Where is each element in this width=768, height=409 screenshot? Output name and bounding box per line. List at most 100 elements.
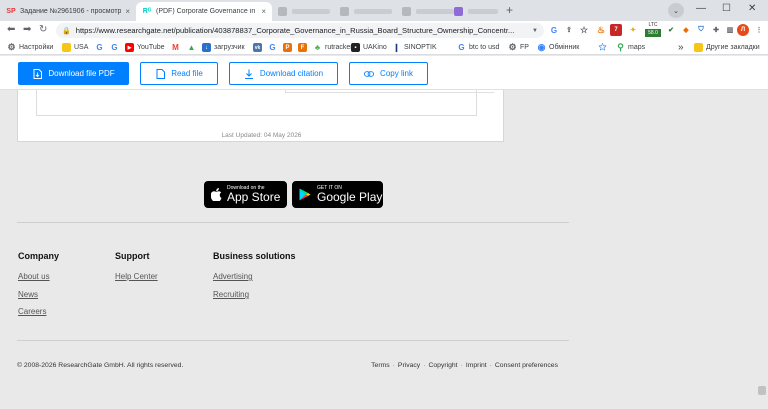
google-icon: G bbox=[96, 43, 103, 52]
google-icon: G bbox=[269, 43, 276, 52]
ltc-ticker[interactable]: LTC 58.0 bbox=[645, 22, 661, 39]
url-text: https://www.researchgate.net/publication… bbox=[75, 26, 515, 35]
bookmarks-overflow-button[interactable]: » bbox=[678, 42, 684, 53]
bookmark-drive[interactable]: ▲ bbox=[187, 42, 199, 53]
back-arrow-icon[interactable]: ⬅ bbox=[7, 24, 15, 35]
download-pdf-label: Download file PDF bbox=[48, 69, 115, 78]
footer-link-careers[interactable]: Careers bbox=[18, 307, 46, 316]
minimize-button[interactable]: — bbox=[696, 3, 706, 14]
bookmark-label: Другие закладки bbox=[706, 44, 760, 51]
bookmark-downloader[interactable]: ↓ загрузчик bbox=[202, 42, 245, 53]
bookmark-maps[interactable]: ✩ bbox=[598, 42, 610, 53]
copy-link-label: Copy link bbox=[380, 69, 413, 78]
google-icon[interactable]: G bbox=[548, 24, 560, 36]
bookmark-google[interactable]: G bbox=[268, 42, 280, 53]
bookmark-usa[interactable]: USA bbox=[62, 42, 88, 53]
bookmark-uakino[interactable]: ▪ UAKino bbox=[351, 42, 387, 53]
gear-icon: ⚙ bbox=[7, 42, 16, 52]
share-icon[interactable]: ⇪ bbox=[563, 24, 575, 36]
download-pdf-button[interactable]: Download file PDF bbox=[18, 62, 129, 85]
publication-card: Last Updated: 04 May 2026 bbox=[17, 90, 504, 142]
bookmark-maps[interactable]: ⚲ maps bbox=[616, 42, 645, 53]
avatar[interactable]: Л bbox=[737, 24, 749, 36]
favicon-icon bbox=[278, 6, 287, 16]
bookmark-forms[interactable]: F bbox=[298, 42, 310, 53]
link-icon bbox=[364, 69, 375, 79]
gear-icon: ⚙ bbox=[508, 42, 517, 52]
footer-link-about[interactable]: About us bbox=[18, 272, 50, 281]
puzzle-colored-icon[interactable]: ✦ bbox=[627, 24, 639, 36]
read-file-label: Read file bbox=[171, 69, 203, 78]
google-play-icon bbox=[299, 188, 311, 201]
legal-link-imprint[interactable]: Imprint bbox=[466, 362, 487, 369]
tab-search-button[interactable]: ⌄ bbox=[668, 3, 684, 18]
youtube-icon: ▶ bbox=[125, 43, 134, 52]
forward-arrow-icon[interactable]: ➡ bbox=[23, 24, 31, 35]
footer-link-recruiting[interactable]: Recruiting bbox=[213, 290, 249, 299]
tab-assignment[interactable]: SP Задание №2961906 - просмотр з × bbox=[0, 2, 136, 21]
extensions-puzzle-icon[interactable]: ✚ bbox=[710, 24, 722, 36]
fire-icon[interactable]: ♨ bbox=[595, 24, 607, 36]
bookmark-btc[interactable]: Gbtc to usd bbox=[457, 42, 499, 53]
close-icon[interactable]: × bbox=[261, 7, 266, 16]
check-icon[interactable]: ✔ bbox=[665, 24, 677, 36]
legal-link-consent[interactable]: Consent preferences bbox=[495, 362, 558, 369]
forms-icon: F bbox=[298, 43, 307, 52]
bookmark-gmail[interactable]: M bbox=[171, 42, 183, 53]
shield-icon[interactable]: ⛉ bbox=[695, 24, 707, 36]
footer-link-help-center[interactable]: Help Center bbox=[115, 272, 158, 281]
download-citation-button[interactable]: Download citation bbox=[229, 62, 338, 85]
tab-favicon: Rᴳ bbox=[142, 8, 152, 15]
app-store-badge[interactable]: Download on the App Store bbox=[204, 181, 287, 208]
ltc-value: 58.0 bbox=[645, 29, 661, 37]
sidebar-icon[interactable]: ▥ bbox=[724, 24, 736, 36]
address-bar[interactable]: 🔒 https://www.researchgate.net/publicati… bbox=[56, 23, 544, 38]
download-icon: ↓ bbox=[202, 43, 211, 52]
tab-researchgate[interactable]: Rᴳ (PDF) Corporate Governance in Ru × bbox=[136, 2, 272, 21]
dropdown-arrow-icon[interactable]: ▼ bbox=[532, 28, 538, 34]
bookmark-settings[interactable]: ⚙ Настройки bbox=[7, 42, 53, 53]
bookmark-sinoptik[interactable]: ❙ SINOPTIK bbox=[392, 42, 437, 53]
bookmark-google[interactable]: G bbox=[95, 42, 107, 53]
film-icon: ▪ bbox=[351, 43, 360, 52]
legal-link-privacy[interactable]: Privacy bbox=[398, 362, 420, 369]
footer-link-news[interactable]: News bbox=[18, 290, 38, 299]
tab-blurred[interactable] bbox=[340, 5, 392, 17]
bookmark-other[interactable]: Другие закладки bbox=[694, 42, 760, 53]
legal-links: Terms · Privacy · Copyright · Imprint · Consent … bbox=[371, 362, 558, 369]
scrollbar-thumb[interactable] bbox=[758, 386, 766, 395]
google-play-badge[interactable]: GET IT ON Google Play bbox=[292, 181, 383, 208]
bookmark-label: maps bbox=[628, 44, 646, 51]
close-window-button[interactable]: ✕ bbox=[748, 3, 756, 14]
bookmark-puzzle[interactable]: P bbox=[283, 42, 295, 53]
bookmark-google[interactable]: G bbox=[110, 42, 122, 53]
bookmark-rutracker[interactable]: ♣ rutracker bbox=[313, 42, 353, 53]
tab-favicon: SP bbox=[6, 8, 16, 15]
maximize-button[interactable]: ☐ bbox=[722, 3, 731, 14]
bookmark-label: Обмінник bbox=[549, 44, 580, 51]
tab-blurred[interactable] bbox=[402, 5, 454, 17]
read-file-button[interactable]: Read file bbox=[140, 62, 218, 85]
reload-icon[interactable]: ↻ bbox=[39, 24, 47, 35]
extension-badge-icon[interactable]: 7 bbox=[610, 24, 622, 36]
extension-orange-icon[interactable]: ◆ bbox=[680, 24, 692, 36]
bookmark-star-icon[interactable]: ☆ bbox=[578, 24, 590, 36]
bookmark-label: UAKino bbox=[363, 44, 387, 51]
footer-heading-support: Support bbox=[115, 251, 150, 261]
menu-dots-icon[interactable]: ⋮ bbox=[753, 24, 765, 36]
legal-link-copyright[interactable]: Copyright bbox=[428, 362, 457, 369]
legal-link-terms[interactable]: Terms bbox=[371, 362, 390, 369]
tab-blurred[interactable] bbox=[454, 5, 498, 17]
footer-link-advertising[interactable]: Advertising bbox=[213, 272, 253, 281]
lock-icon: 🔒 bbox=[62, 27, 71, 35]
tab-blurred[interactable] bbox=[278, 5, 330, 17]
copy-link-button[interactable]: Copy link bbox=[349, 62, 428, 85]
close-icon[interactable]: × bbox=[125, 7, 130, 16]
tab-strip: SP Задание №2961906 - просмотр з × Rᴳ (P… bbox=[0, 0, 768, 21]
new-tab-button[interactable]: + bbox=[506, 3, 513, 17]
bookmark-youtube[interactable]: ▶ YouTube bbox=[125, 42, 165, 53]
bookmark-fp[interactable]: ⚙ FP bbox=[508, 42, 529, 53]
bookmark-vk[interactable]: vk bbox=[253, 42, 265, 53]
bookmark-exchange[interactable]: ◉ Обмінник bbox=[537, 42, 580, 53]
document-icon bbox=[155, 68, 165, 79]
